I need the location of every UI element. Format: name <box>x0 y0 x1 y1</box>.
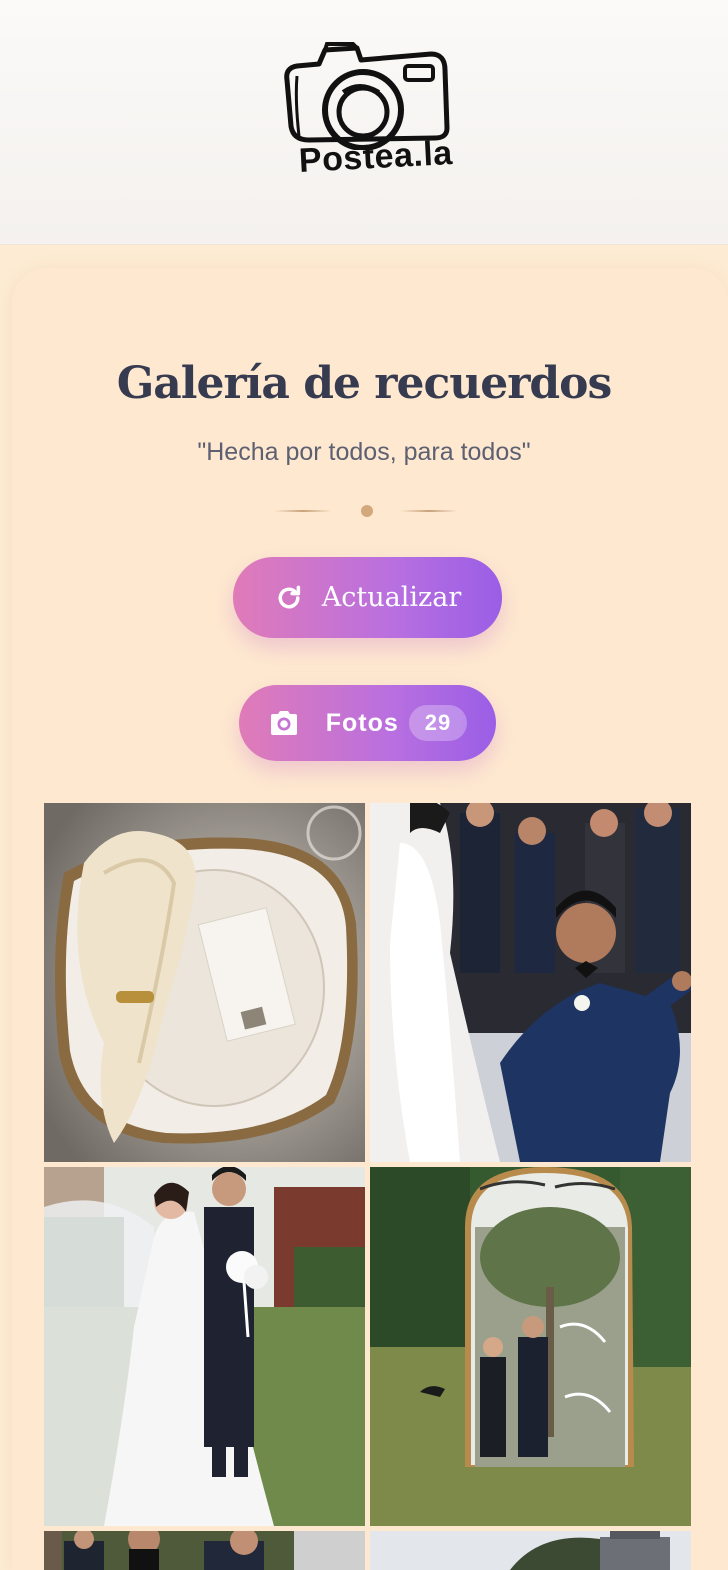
photo-welcome-sign[interactable] <box>370 1167 691 1526</box>
page-subtitle: "Hecha por todos, para todos" <box>197 438 531 466</box>
refresh-label: Actualizar <box>321 582 462 613</box>
photo-couple-garden[interactable] <box>44 1167 365 1526</box>
app-header: Postea.la <box>0 0 728 245</box>
divider-dot <box>361 505 373 517</box>
divider-right <box>400 510 458 512</box>
photos-label: Fotos <box>325 708 399 737</box>
refresh-button[interactable]: Actualizar <box>233 557 502 638</box>
photo-table-setting[interactable] <box>44 803 365 1162</box>
logo-text: Postea.la <box>297 133 454 180</box>
camera-icon <box>270 711 297 735</box>
logo[interactable]: Postea.la <box>279 40 454 190</box>
photo-venue[interactable] <box>370 1531 691 1570</box>
photo-proposal[interactable] <box>370 803 691 1162</box>
page-title: Galería de recuerdos <box>116 358 613 409</box>
refresh-icon <box>278 585 300 608</box>
camera-icon <box>284 42 450 151</box>
photos-count-badge: 29 <box>408 705 468 741</box>
divider-left <box>274 510 332 512</box>
photos-button[interactable]: Fotos 29 <box>239 685 496 761</box>
photo-guests[interactable] <box>44 1531 365 1570</box>
